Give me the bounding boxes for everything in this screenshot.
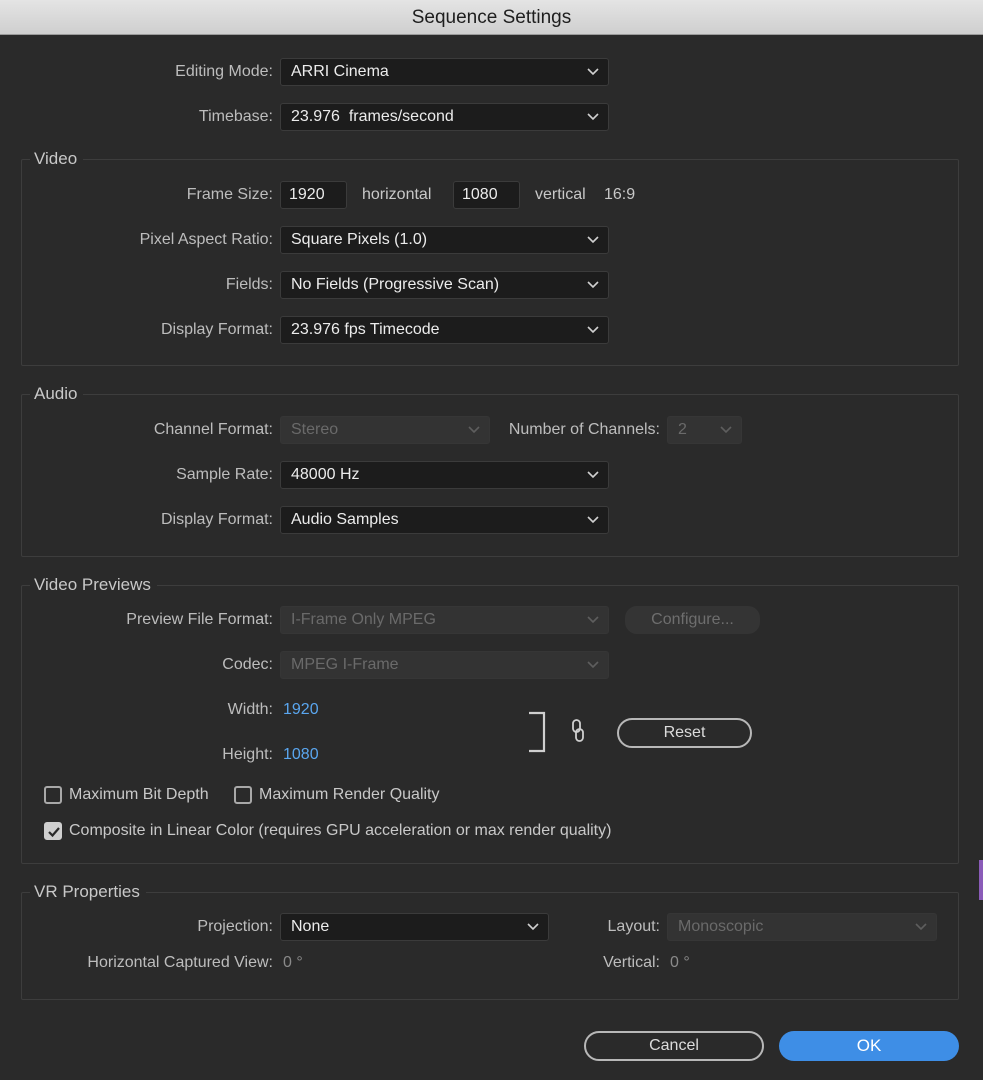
- channel-format-dropdown[interactable]: Stereo: [280, 416, 490, 444]
- checkmark-icon: [48, 827, 60, 838]
- audio-display-format-value: Audio Samples: [291, 511, 399, 528]
- pixel-aspect-value: Square Pixels (1.0): [291, 231, 428, 248]
- projection-label: Projection:: [197, 918, 273, 935]
- video-display-format-value: 23.976 fps Timecode: [291, 321, 440, 338]
- sample-rate-label: Sample Rate:: [176, 466, 273, 483]
- timebase-dropdown[interactable]: 23.976 frames/second: [280, 103, 609, 131]
- background-edge-mark: [979, 860, 983, 900]
- preview-file-format-value: I-Frame Only MPEG: [291, 611, 436, 628]
- window-title-bar: Sequence Settings: [0, 0, 983, 35]
- vr-properties-group-title: VR Properties: [30, 881, 146, 903]
- channel-format-label: Channel Format:: [153, 421, 273, 438]
- pixel-aspect-label: Pixel Aspect Ratio:: [139, 231, 273, 248]
- num-channels-label: Number of Channels:: [508, 421, 660, 438]
- layout-label: Layout:: [607, 918, 660, 935]
- vertical-view-value: 0 °: [670, 954, 690, 971]
- preview-file-format-label: Preview File Format:: [126, 611, 273, 628]
- audio-group-title: Audio: [30, 383, 84, 405]
- chain-link-icon[interactable]: [570, 718, 586, 749]
- projection-dropdown[interactable]: None: [280, 913, 549, 941]
- video-previews-group-title: Video Previews: [30, 574, 157, 596]
- audio-display-format-dropdown[interactable]: Audio Samples: [280, 506, 609, 534]
- preview-height-label: Height:: [222, 746, 273, 763]
- channel-format-value: Stereo: [291, 421, 339, 438]
- chevron-down-icon: [587, 280, 599, 290]
- ok-button[interactable]: OK: [779, 1031, 959, 1061]
- timebase-label: Timebase:: [198, 108, 273, 125]
- horizontal-label: horizontal: [362, 186, 432, 203]
- linear-color-checkbox[interactable]: [44, 822, 62, 840]
- fields-value: No Fields (Progressive Scan): [291, 276, 500, 293]
- preview-width-value[interactable]: 1920: [283, 696, 319, 724]
- frame-size-label: Frame Size:: [186, 186, 273, 203]
- num-channels-value: 2: [678, 421, 687, 438]
- horizontal-captured-view-label: Horizontal Captured View:: [87, 954, 273, 971]
- layout-value: Monoscopic: [678, 918, 764, 935]
- chevron-down-icon: [587, 67, 599, 77]
- codec-value: MPEG I-Frame: [291, 656, 399, 673]
- aspect-ratio-text: 16:9: [604, 186, 636, 203]
- linear-color-label: Composite in Linear Color (requires GPU …: [69, 822, 612, 839]
- preview-width-label: Width:: [227, 701, 273, 718]
- chevron-down-icon: [587, 470, 599, 480]
- reset-button[interactable]: Reset: [617, 718, 752, 748]
- frame-width-input[interactable]: 1920: [280, 181, 347, 209]
- chevron-down-icon: [587, 660, 599, 670]
- pixel-aspect-dropdown[interactable]: Square Pixels (1.0): [280, 226, 609, 254]
- video-display-format-label: Display Format:: [160, 321, 273, 338]
- chevron-down-icon: [587, 615, 599, 625]
- fields-label: Fields:: [225, 276, 273, 293]
- configure-button[interactable]: Configure...: [625, 606, 760, 634]
- sample-rate-dropdown[interactable]: 48000 Hz: [280, 461, 609, 489]
- codec-label: Codec:: [222, 656, 273, 673]
- chevron-down-icon: [468, 425, 480, 435]
- codec-dropdown[interactable]: MPEG I-Frame: [280, 651, 609, 679]
- vr-properties-group: [21, 892, 959, 1000]
- vertical-view-label: Vertical:: [603, 954, 660, 971]
- sample-rate-value: 48000 Hz: [291, 466, 360, 483]
- chevron-down-icon: [587, 515, 599, 525]
- horizontal-captured-view-value: 0 °: [283, 954, 303, 971]
- editing-mode-value: ARRI Cinema: [291, 63, 389, 80]
- chevron-down-icon: [527, 922, 539, 932]
- timebase-value: 23.976 frames/second: [291, 108, 454, 125]
- preview-height-value[interactable]: 1080: [283, 741, 319, 769]
- chevron-down-icon: [720, 425, 732, 435]
- editing-mode-dropdown[interactable]: ARRI Cinema: [280, 58, 609, 86]
- chevron-down-icon: [915, 922, 927, 932]
- max-render-quality-label: Maximum Render Quality: [259, 786, 440, 803]
- preview-file-format-dropdown[interactable]: I-Frame Only MPEG: [280, 606, 609, 634]
- chevron-down-icon: [587, 325, 599, 335]
- projection-value: None: [291, 918, 330, 935]
- cancel-button[interactable]: Cancel: [584, 1031, 764, 1061]
- link-bracket: [527, 711, 547, 758]
- video-group-title: Video: [30, 148, 84, 170]
- vertical-label: vertical: [535, 186, 586, 203]
- frame-height-input[interactable]: 1080: [453, 181, 520, 209]
- window-title: Sequence Settings: [411, 7, 572, 28]
- max-bit-depth-checkbox[interactable]: [44, 786, 62, 804]
- chevron-down-icon: [587, 235, 599, 245]
- max-render-quality-checkbox[interactable]: [234, 786, 252, 804]
- chevron-down-icon: [587, 112, 599, 122]
- audio-display-format-label: Display Format:: [160, 511, 273, 528]
- num-channels-dropdown[interactable]: 2: [667, 416, 742, 444]
- editing-mode-label: Editing Mode:: [175, 63, 273, 80]
- video-display-format-dropdown[interactable]: 23.976 fps Timecode: [280, 316, 609, 344]
- fields-dropdown[interactable]: No Fields (Progressive Scan): [280, 271, 609, 299]
- max-bit-depth-label: Maximum Bit Depth: [69, 786, 209, 803]
- layout-dropdown[interactable]: Monoscopic: [667, 913, 937, 941]
